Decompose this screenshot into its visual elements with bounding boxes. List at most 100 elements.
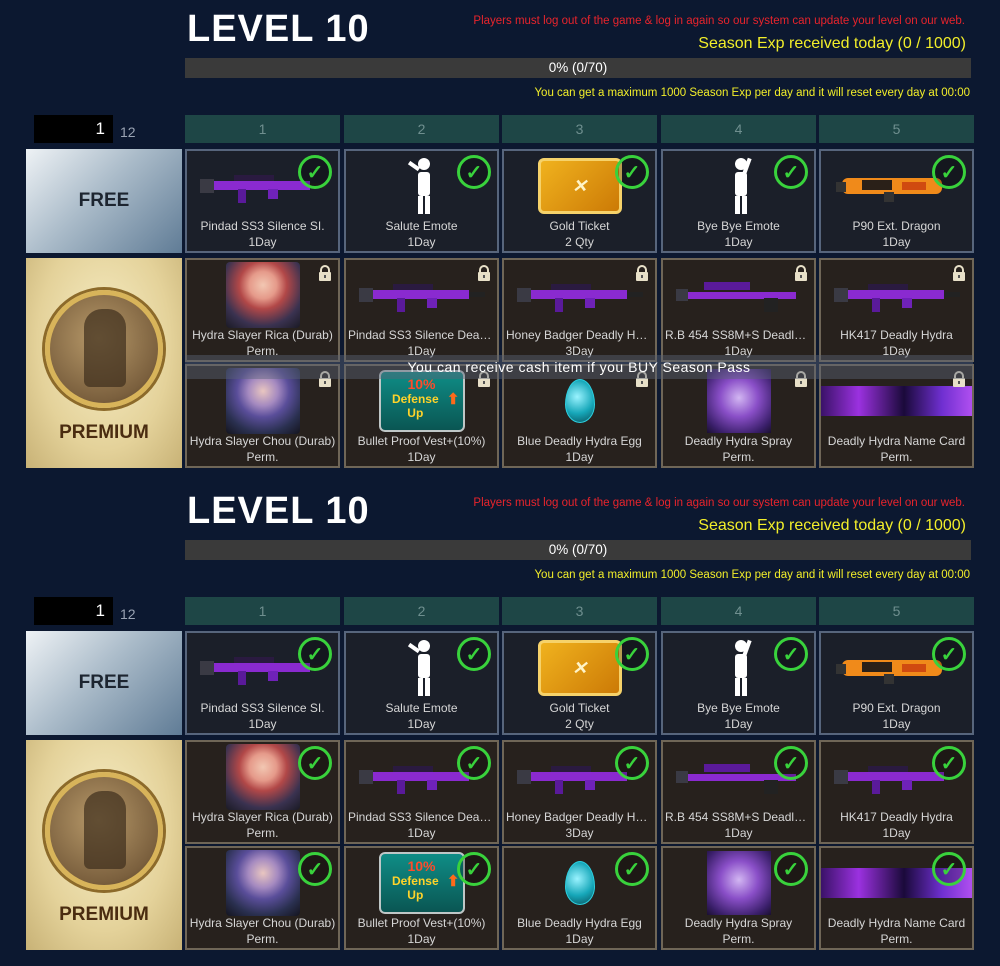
reward-name: P90 Ext. Dragon bbox=[852, 219, 941, 233]
reward-item-free-3[interactable]: ✕ Gold Ticket 2 Qty ✓ bbox=[502, 149, 657, 253]
reward-duration: 1Day bbox=[724, 235, 753, 249]
column-header-5: 5 bbox=[819, 115, 974, 143]
reward-item-premium-1[interactable]: Hydra Slayer Chou (Durab) Perm. ✓ bbox=[185, 846, 340, 950]
exp-progress-bar: 0% (0/70) bbox=[185, 58, 971, 78]
reward-name: Honey Badger Deadly Hydra bbox=[506, 328, 655, 342]
level-title: LEVEL 10 bbox=[187, 8, 370, 50]
reward-item-free-1[interactable]: Pindad SS3 Silence SI. 1Day ✓ bbox=[185, 631, 340, 735]
checkmark-icon: ✓ bbox=[932, 852, 966, 886]
free-track-label: FREE bbox=[26, 631, 182, 735]
exp-progress-text: 0% (0/70) bbox=[548, 542, 608, 557]
reward-name: R.B 454 SS8M+S Deadly ... bbox=[665, 328, 814, 342]
reward-item-premium-1[interactable]: Hydra Slayer Chou (Durab) Perm. bbox=[185, 364, 340, 468]
reward-item-premium-4[interactable]: Deadly Hydra Spray Perm. ✓ bbox=[661, 846, 816, 950]
reward-name: Honey Badger Deadly Hydra bbox=[506, 810, 655, 824]
reward-name: Hydra Slayer Rica (Durab) bbox=[192, 328, 333, 342]
reward-item-premium-4[interactable]: R.B 454 SS8M+S Deadly ... 1Day bbox=[661, 258, 816, 362]
reward-item-premium-3[interactable]: Blue Deadly Hydra Egg 1Day bbox=[502, 364, 657, 468]
column-header-1: 1 bbox=[185, 115, 340, 143]
reward-item-free-4[interactable]: Bye Bye Emote 1Day ✓ bbox=[661, 631, 816, 735]
reward-duration: 1Day bbox=[882, 826, 911, 840]
reward-name: HK417 Deadly Hydra bbox=[840, 810, 953, 824]
checkmark-icon: ✓ bbox=[615, 637, 649, 671]
reward-name: Deadly Hydra Name Card bbox=[827, 434, 966, 448]
reward-duration: Perm. bbox=[880, 932, 913, 946]
reward-item-free-5[interactable]: P90 Ext. Dragon 1Day ✓ bbox=[819, 631, 974, 735]
max-exp-notice: You can get a maximum 1000 Season Exp pe… bbox=[534, 569, 970, 581]
reward-item-premium-3[interactable]: Blue Deadly Hydra Egg 1Day ✓ bbox=[502, 846, 657, 950]
lock-icon bbox=[477, 265, 491, 281]
reward-item-premium-4[interactable]: Deadly Hydra Spray Perm. bbox=[661, 364, 816, 468]
reward-duration: 2 Qty bbox=[565, 235, 594, 249]
checkmark-icon: ✓ bbox=[932, 746, 966, 780]
lock-icon bbox=[794, 265, 808, 281]
reward-item-premium-2[interactable]: Pindad SS3 Silence Deadl... 1Day ✓ bbox=[344, 740, 499, 844]
reward-duration: 1Day bbox=[565, 932, 594, 946]
rifle-icon bbox=[504, 262, 655, 328]
reward-item-free-4[interactable]: Bye Bye Emote 1Day ✓ bbox=[661, 149, 816, 253]
reward-item-free-3[interactable]: ✕ Gold Ticket 2 Qty ✓ bbox=[502, 631, 657, 735]
page-total: 12 bbox=[120, 606, 136, 622]
checkmark-icon: ✓ bbox=[457, 746, 491, 780]
reward-item-premium-3[interactable]: Honey Badger Deadly Hydra 3Day ✓ bbox=[502, 740, 657, 844]
checkmark-icon: ✓ bbox=[298, 637, 332, 671]
reward-name: Blue Deadly Hydra Egg bbox=[517, 434, 642, 448]
reward-duration: 2 Qty bbox=[565, 717, 594, 731]
rifle-icon bbox=[821, 262, 972, 328]
column-header-4: 4 bbox=[661, 115, 816, 143]
reward-item-free-5[interactable]: P90 Ext. Dragon 1Day ✓ bbox=[819, 149, 974, 253]
column-header-1: 1 bbox=[185, 597, 340, 625]
premium-medal-icon bbox=[45, 290, 163, 408]
lock-icon bbox=[635, 265, 649, 281]
reward-item-premium-2[interactable]: Pindad SS3 Silence Deadl... 1Day bbox=[344, 258, 499, 362]
column-header-4: 4 bbox=[661, 597, 816, 625]
reward-item-free-1[interactable]: Pindad SS3 Silence SI. 1Day ✓ bbox=[185, 149, 340, 253]
reward-name: HK417 Deadly Hydra bbox=[840, 328, 953, 342]
reward-item-premium-2[interactable]: 10% Defense Up ⬆ Bullet Proof Vest+(10%) 1Da… bbox=[344, 846, 499, 950]
checkmark-icon: ✓ bbox=[457, 637, 491, 671]
reward-duration: 1Day bbox=[407, 450, 436, 464]
checkmark-icon: ✓ bbox=[932, 155, 966, 189]
checkmark-icon: ✓ bbox=[298, 155, 332, 189]
max-exp-notice: You can get a maximum 1000 Season Exp pe… bbox=[534, 87, 970, 99]
reward-name: Blue Deadly Hydra Egg bbox=[517, 916, 642, 930]
page-input[interactable]: 1 bbox=[34, 115, 113, 143]
reward-item-premium-5[interactable]: HK417 Deadly Hydra 1Day ✓ bbox=[819, 740, 974, 844]
reward-duration: Perm. bbox=[246, 450, 279, 464]
page-input[interactable]: 1 bbox=[34, 597, 113, 625]
premium-label: PREMIUM bbox=[59, 904, 149, 925]
reward-duration: 1Day bbox=[407, 717, 436, 731]
checkmark-icon: ✓ bbox=[774, 746, 808, 780]
reward-name: Deadly Hydra Name Card bbox=[827, 916, 966, 930]
reward-item-free-2[interactable]: Salute Emote 1Day ✓ bbox=[344, 149, 499, 253]
reward-name: Pindad SS3 Silence Deadl... bbox=[348, 328, 497, 342]
reward-name: Gold Ticket bbox=[549, 219, 610, 233]
reward-item-premium-5[interactable]: Deadly Hydra Name Card Perm. bbox=[819, 364, 974, 468]
reward-duration: 1Day bbox=[407, 826, 436, 840]
rifle-icon bbox=[346, 262, 497, 328]
column-header-3: 3 bbox=[502, 597, 657, 625]
page-total: 12 bbox=[120, 124, 136, 140]
reward-name: Gold Ticket bbox=[549, 701, 610, 715]
checkmark-icon: ✓ bbox=[615, 746, 649, 780]
reward-item-premium-1[interactable]: Hydra Slayer Rica (Durab) Perm. bbox=[185, 258, 340, 362]
relog-notice: Players must log out of the game & log i… bbox=[473, 15, 965, 27]
reward-item-premium-4[interactable]: R.B 454 SS8M+S Deadly ... 1Day ✓ bbox=[661, 740, 816, 844]
reward-name: Deadly Hydra Spray bbox=[684, 434, 793, 448]
reward-item-premium-1[interactable]: Hydra Slayer Rica (Durab) Perm. ✓ bbox=[185, 740, 340, 844]
reward-item-premium-3[interactable]: Honey Badger Deadly Hydra 3Day bbox=[502, 258, 657, 362]
reward-item-premium-5[interactable]: HK417 Deadly Hydra 1Day bbox=[819, 258, 974, 362]
reward-item-premium-5[interactable]: Deadly Hydra Name Card Perm. ✓ bbox=[819, 846, 974, 950]
reward-item-free-2[interactable]: Salute Emote 1Day ✓ bbox=[344, 631, 499, 735]
reward-name: Salute Emote bbox=[385, 701, 458, 715]
level-title: LEVEL 10 bbox=[187, 490, 370, 532]
checkmark-icon: ✓ bbox=[774, 852, 808, 886]
reward-item-premium-2[interactable]: 10% Defense Up ⬆ Bullet Proof Vest+(10%) 1Da… bbox=[344, 364, 499, 468]
premium-label: PREMIUM bbox=[59, 422, 149, 443]
lock-icon bbox=[318, 265, 332, 281]
reward-duration: 1Day bbox=[565, 450, 594, 464]
checkmark-icon: ✓ bbox=[457, 155, 491, 189]
exp-progress-text: 0% (0/70) bbox=[548, 60, 608, 75]
reward-duration: Perm. bbox=[246, 826, 279, 840]
relog-notice: Players must log out of the game & log i… bbox=[473, 497, 965, 509]
